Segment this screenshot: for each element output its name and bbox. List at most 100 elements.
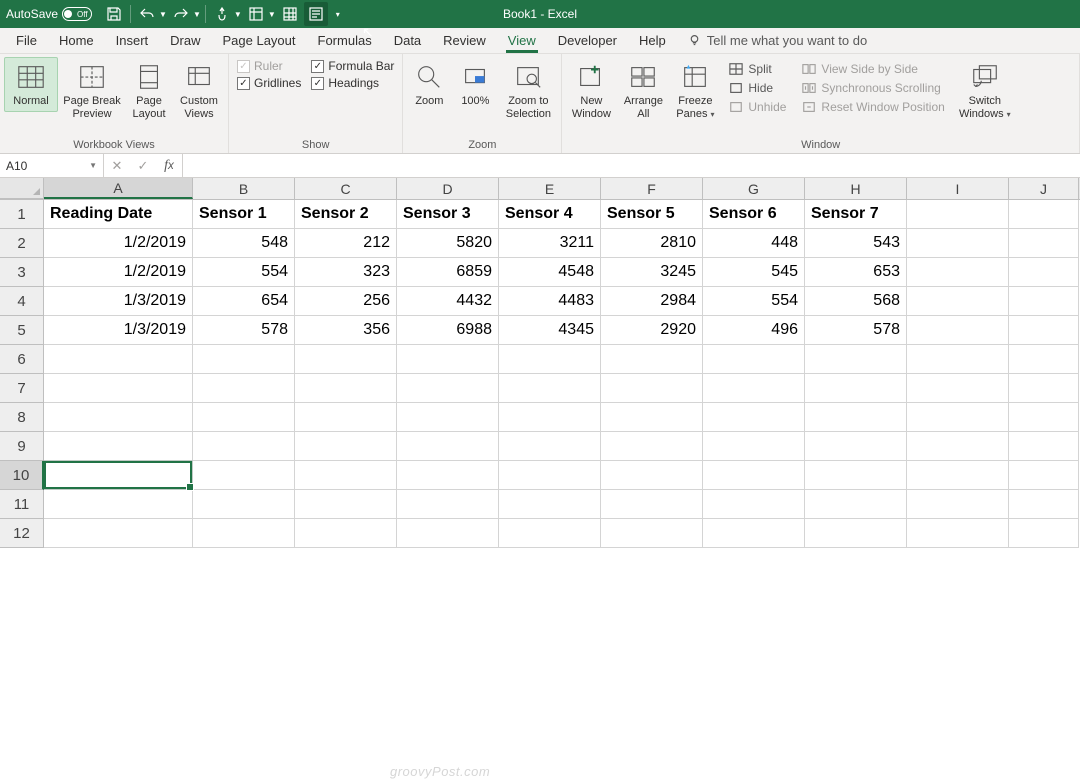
tab-data[interactable]: Data	[384, 29, 431, 53]
cell[interactable]	[193, 432, 295, 461]
select-all-corner[interactable]	[0, 178, 44, 199]
cell[interactable]: 578	[805, 316, 907, 345]
cell[interactable]: 323	[295, 258, 397, 287]
row-header[interactable]: 6	[0, 345, 44, 374]
chevron-down-icon[interactable]: ▼	[159, 10, 167, 19]
cell[interactable]	[499, 345, 601, 374]
column-header-A[interactable]: A	[44, 178, 193, 199]
cell[interactable]	[1009, 316, 1079, 345]
cell[interactable]: Sensor 7	[805, 200, 907, 229]
cell[interactable]	[499, 432, 601, 461]
column-header-E[interactable]: E	[499, 178, 601, 199]
tab-developer[interactable]: Developer	[548, 29, 627, 53]
cell[interactable]	[703, 374, 805, 403]
cell[interactable]: Sensor 2	[295, 200, 397, 229]
cell[interactable]	[1009, 374, 1079, 403]
cell[interactable]	[44, 345, 193, 374]
zoom-button[interactable]: Zoom	[407, 57, 451, 112]
cell[interactable]	[601, 432, 703, 461]
cell[interactable]	[805, 403, 907, 432]
cell[interactable]: 545	[703, 258, 805, 287]
cell[interactable]	[193, 461, 295, 490]
cell[interactable]	[907, 490, 1009, 519]
row-header[interactable]: 8	[0, 403, 44, 432]
undo-icon[interactable]	[135, 2, 159, 26]
customize-qat-icon[interactable]: ▾	[336, 10, 340, 19]
cell[interactable]	[499, 403, 601, 432]
cell[interactable]: 356	[295, 316, 397, 345]
cell[interactable]	[805, 519, 907, 548]
autosave-toggle[interactable]: AutoSave Off	[6, 7, 92, 21]
cell[interactable]: 554	[193, 258, 295, 287]
cell[interactable]	[295, 374, 397, 403]
row-header[interactable]: 11	[0, 490, 44, 519]
page-layout-button[interactable]: Page Layout	[126, 57, 172, 124]
cell[interactable]: 2810	[601, 229, 703, 258]
column-header-J[interactable]: J	[1009, 178, 1079, 199]
cell[interactable]	[397, 374, 499, 403]
row-header[interactable]: 3	[0, 258, 44, 287]
column-header-H[interactable]: H	[805, 178, 907, 199]
cell[interactable]	[44, 374, 193, 403]
tab-page-layout[interactable]: Page Layout	[213, 29, 306, 53]
save-icon[interactable]	[102, 2, 126, 26]
tab-view[interactable]: View	[498, 29, 546, 53]
cell[interactable]	[1009, 258, 1079, 287]
cell[interactable]	[601, 345, 703, 374]
cell[interactable]	[499, 490, 601, 519]
cell[interactable]	[499, 461, 601, 490]
tab-review[interactable]: Review	[433, 29, 496, 53]
cell[interactable]	[703, 461, 805, 490]
cell[interactable]: 2920	[601, 316, 703, 345]
column-header-I[interactable]: I	[907, 178, 1009, 199]
table-icon[interactable]	[278, 2, 302, 26]
cell[interactable]: 496	[703, 316, 805, 345]
zoom-to-selection-button[interactable]: Zoom to Selection	[499, 57, 557, 124]
cell[interactable]	[805, 432, 907, 461]
cell[interactable]	[907, 287, 1009, 316]
row-header[interactable]: 7	[0, 374, 44, 403]
switch-windows-button[interactable]: Switch Windows ▾	[954, 57, 1016, 124]
cell[interactable]	[295, 345, 397, 374]
cell[interactable]	[397, 461, 499, 490]
cell[interactable]	[44, 461, 193, 490]
cell[interactable]	[907, 316, 1009, 345]
cell[interactable]	[601, 461, 703, 490]
cell[interactable]	[601, 519, 703, 548]
cell[interactable]: 3245	[601, 258, 703, 287]
cell[interactable]	[1009, 432, 1079, 461]
row-header[interactable]: 2	[0, 229, 44, 258]
cell[interactable]	[805, 461, 907, 490]
cell[interactable]	[397, 432, 499, 461]
row-header[interactable]: 9	[0, 432, 44, 461]
cell[interactable]: 3211	[499, 229, 601, 258]
split-button[interactable]: Split	[726, 61, 789, 77]
hundred-percent-button[interactable]: 100%	[453, 57, 497, 112]
hide-button[interactable]: Hide	[726, 80, 789, 96]
cell[interactable]	[1009, 229, 1079, 258]
cell[interactable]	[805, 490, 907, 519]
freeze-panes-button[interactable]: Freeze Panes ▾	[670, 57, 720, 124]
name-box[interactable]: A10 ▼	[0, 154, 104, 177]
column-header-D[interactable]: D	[397, 178, 499, 199]
cell[interactable]	[907, 403, 1009, 432]
cell[interactable]: Reading Date	[44, 200, 193, 229]
cell[interactable]	[295, 519, 397, 548]
tab-help[interactable]: Help	[629, 29, 676, 53]
cell[interactable]: 212	[295, 229, 397, 258]
chevron-down-icon[interactable]: ▼	[268, 10, 276, 19]
cell[interactable]: Sensor 1	[193, 200, 295, 229]
cell[interactable]	[703, 432, 805, 461]
touch-mode-icon[interactable]	[210, 2, 234, 26]
cell[interactable]	[703, 345, 805, 374]
cell[interactable]	[1009, 345, 1079, 374]
cell[interactable]	[907, 519, 1009, 548]
cell[interactable]	[295, 403, 397, 432]
cell[interactable]	[1009, 519, 1079, 548]
arrange-all-button[interactable]: Arrange All	[618, 57, 668, 124]
cell[interactable]: 548	[193, 229, 295, 258]
headings-checkbox[interactable]: ✓Headings	[311, 76, 394, 90]
cell[interactable]	[499, 519, 601, 548]
cell[interactable]: Sensor 6	[703, 200, 805, 229]
cell[interactable]	[601, 490, 703, 519]
